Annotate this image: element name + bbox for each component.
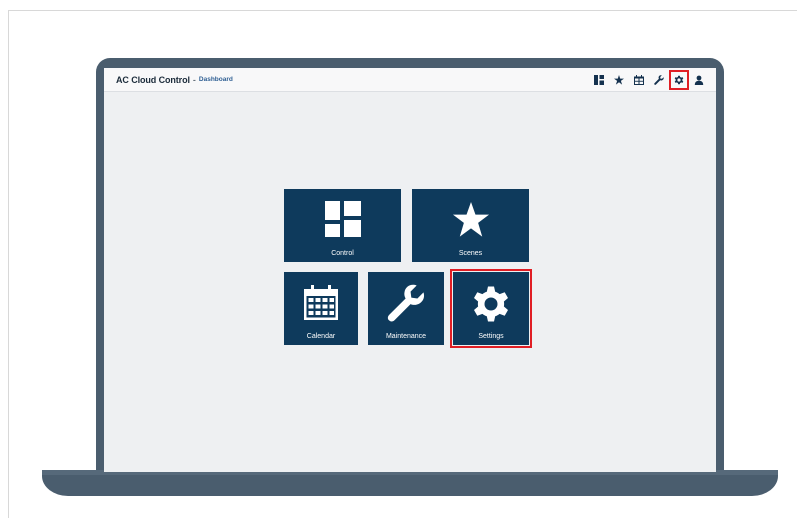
calendar-icon (302, 284, 340, 322)
gear-icon[interactable] (669, 70, 689, 90)
breadcrumb-dashboard[interactable]: Dashboard (199, 76, 233, 83)
wrench-icon (387, 284, 425, 322)
app-header: AC Cloud Control - Dashboard (104, 68, 716, 92)
gear-icon (471, 284, 511, 324)
tile-calendar-label: Calendar (306, 333, 336, 340)
tile-maintenance-label: Maintenance (385, 333, 427, 340)
frame-top-line (8, 10, 797, 11)
tile-scenes-label: Scenes (458, 250, 483, 257)
tile-calendar[interactable]: Calendar (284, 272, 358, 345)
calendar-icon[interactable] (632, 73, 646, 87)
dashboard-icon (324, 201, 361, 237)
tile-scenes[interactable]: Scenes (412, 189, 529, 262)
tile-maintenance[interactable]: Maintenance (368, 272, 444, 345)
app-title: AC Cloud Control (116, 74, 190, 85)
title-separator: - (192, 74, 196, 85)
tile-settings[interactable]: Settings (450, 269, 532, 348)
tile-control-label: Control (331, 250, 354, 257)
tile-settings-label: Settings (478, 333, 504, 340)
laptop-screen: AC Cloud Control - Dashboard Control Sce… (104, 68, 716, 472)
user-icon[interactable] (692, 73, 706, 87)
tile-control[interactable]: Control (284, 189, 401, 262)
wrench-icon[interactable] (652, 73, 666, 87)
star-icon (452, 201, 490, 239)
star-icon[interactable] (612, 73, 626, 87)
frame-left-line (8, 10, 9, 518)
dashboard-icon[interactable] (592, 73, 606, 87)
header-toolbar (592, 70, 706, 90)
